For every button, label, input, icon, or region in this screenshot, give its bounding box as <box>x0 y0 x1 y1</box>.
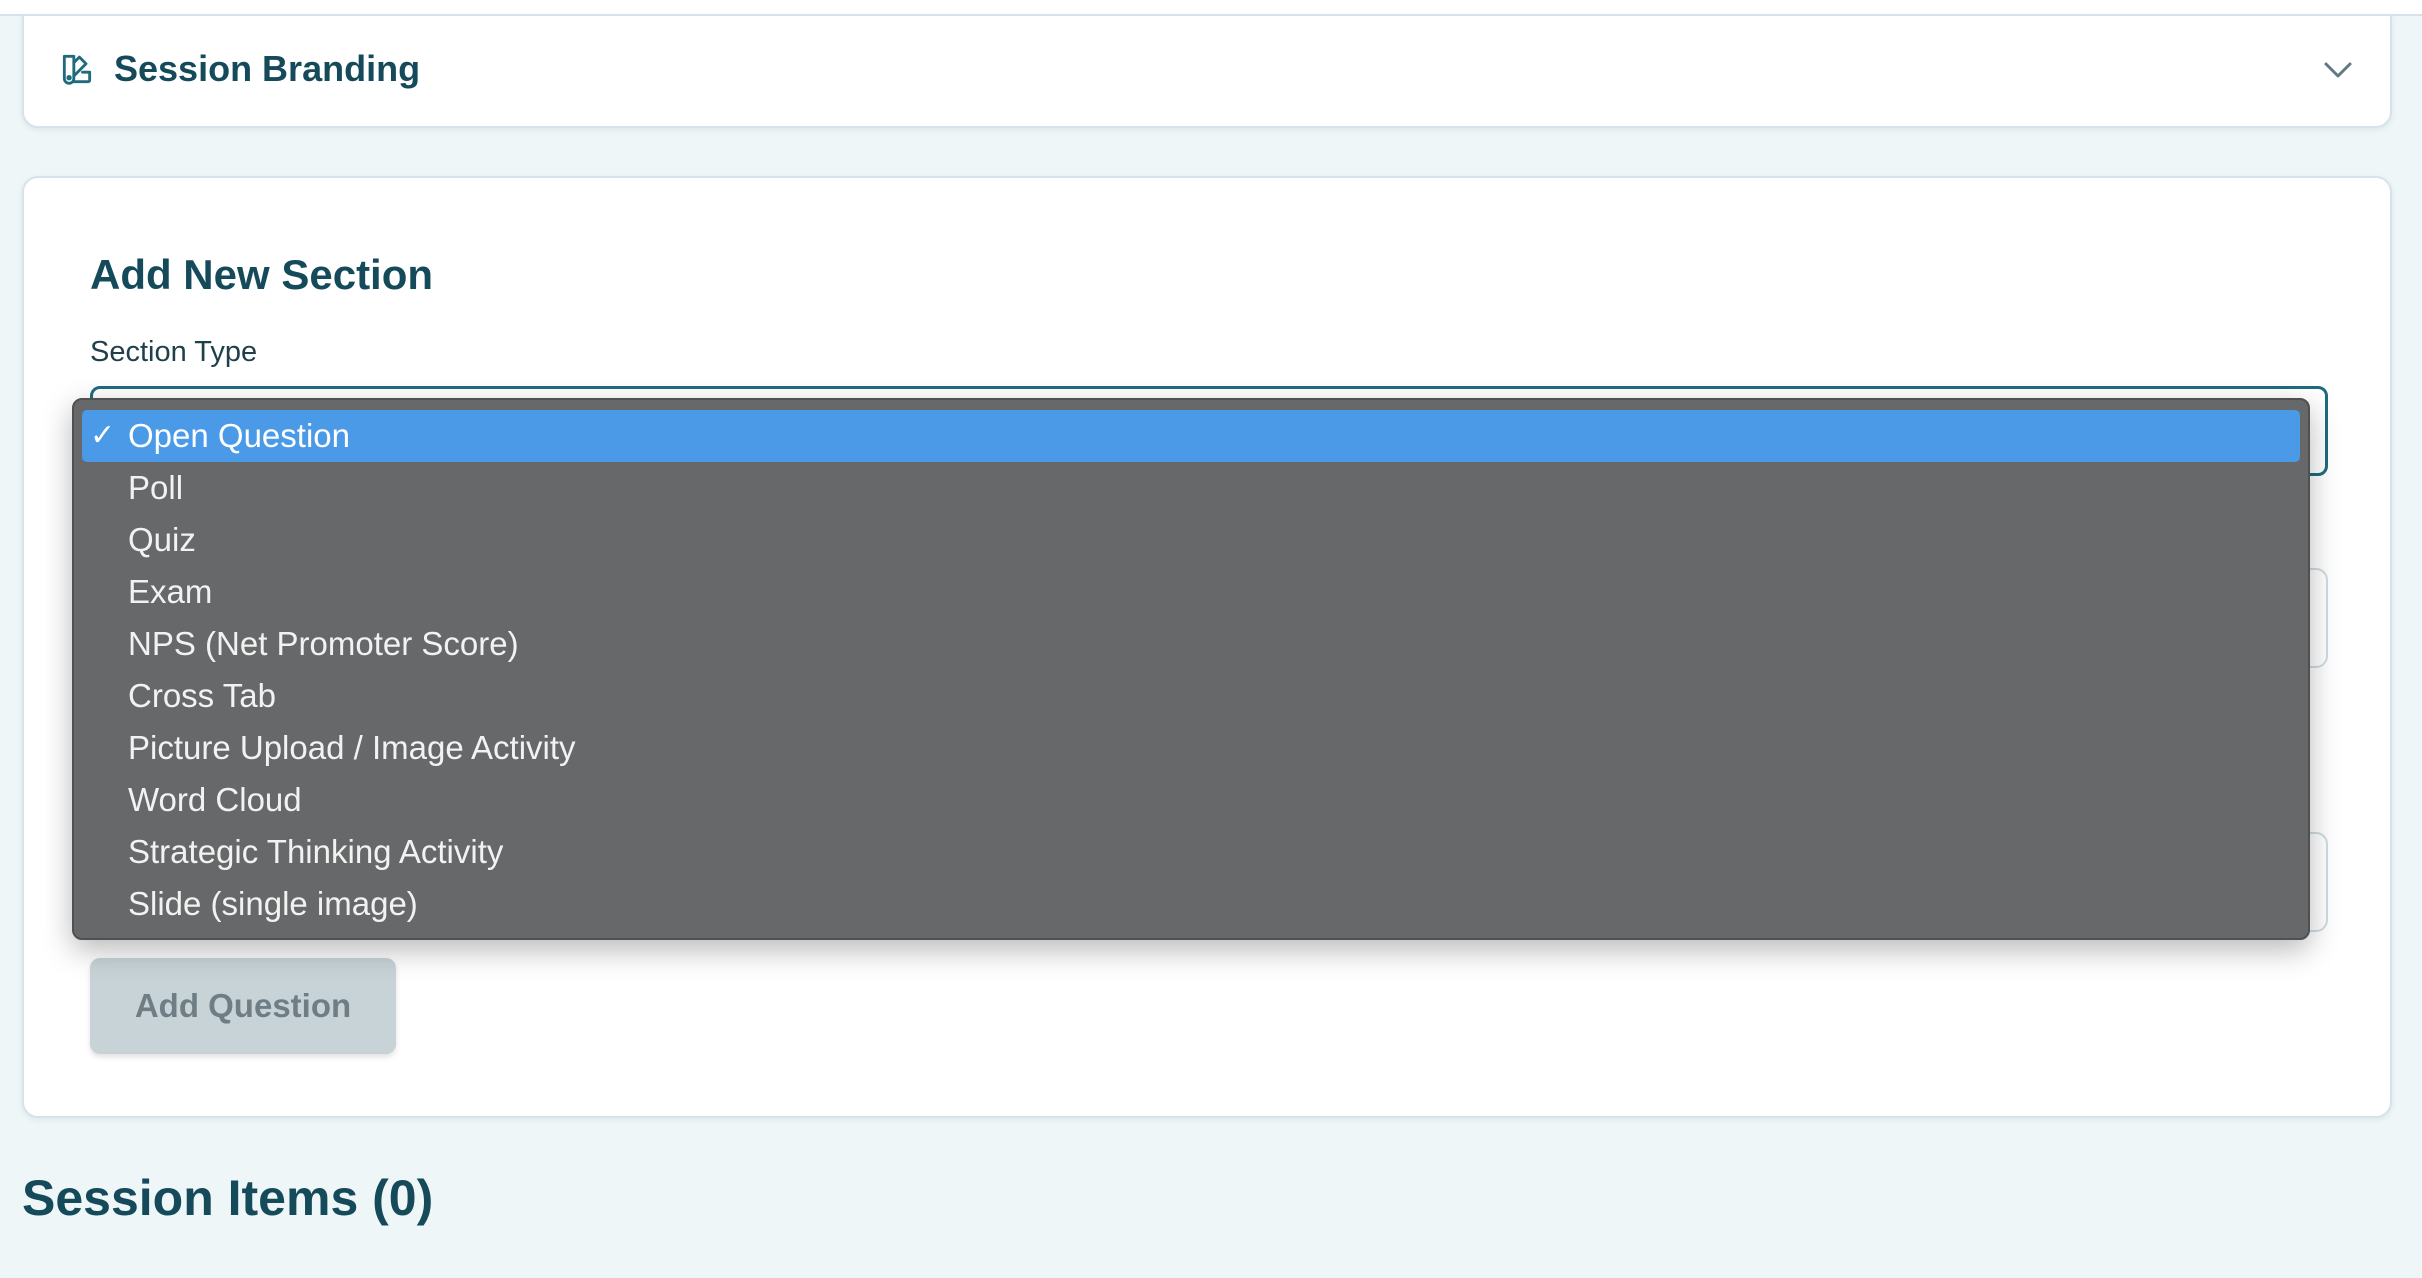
option-poll[interactable]: Poll <box>82 462 2300 514</box>
palette-icon <box>62 54 92 85</box>
chevron-down-icon[interactable] <box>2320 58 2356 82</box>
option-label: Poll <box>128 469 184 506</box>
option-open-question[interactable]: ✓ Open Question <box>82 410 2300 462</box>
option-label: Slide (single image) <box>128 885 418 922</box>
option-slide[interactable]: Slide (single image) <box>82 878 2300 930</box>
checkmark-icon: ✓ <box>90 419 116 452</box>
session-branding-title: Session Branding <box>114 48 421 89</box>
option-cross-tab[interactable]: Cross Tab <box>82 670 2300 722</box>
option-word-cloud[interactable]: Word Cloud <box>82 774 2300 826</box>
option-label: Cross Tab <box>128 677 276 714</box>
option-label: Strategic Thinking Activity <box>128 833 504 870</box>
option-exam[interactable]: Exam <box>82 566 2300 618</box>
option-label: Quiz <box>128 521 196 558</box>
session-items-heading: Session Items (0) <box>22 1170 434 1226</box>
option-quiz[interactable]: Quiz <box>82 514 2300 566</box>
option-label: NPS (Net Promoter Score) <box>128 625 519 662</box>
section-type-dropdown[interactable]: ✓ Open Question Poll Quiz Exam NPS (Net … <box>72 398 2310 940</box>
option-label: Word Cloud <box>128 781 302 818</box>
option-label: Exam <box>128 573 213 610</box>
add-question-button[interactable]: Add Question <box>90 958 396 1054</box>
option-label: Picture Upload / Image Activity <box>128 729 576 766</box>
option-nps[interactable]: NPS (Net Promoter Score) <box>82 618 2300 670</box>
option-picture-upload[interactable]: Picture Upload / Image Activity <box>82 722 2300 774</box>
option-label: Open Question <box>128 417 350 454</box>
option-strategic-thinking[interactable]: Strategic Thinking Activity <box>82 826 2300 878</box>
session-branding-panel[interactable]: Session Branding <box>22 14 2392 128</box>
add-section-title: Add New Section <box>90 251 434 298</box>
section-type-label: Section Type <box>90 336 258 368</box>
